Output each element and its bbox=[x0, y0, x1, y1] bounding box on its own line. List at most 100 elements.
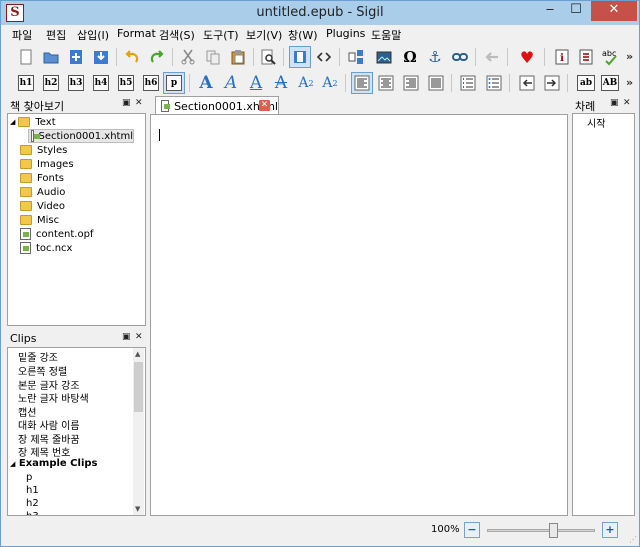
menu-search[interactable]: 검색(S) bbox=[159, 27, 195, 43]
tree-folder-audio[interactable]: Audio bbox=[20, 185, 65, 199]
align-left-icon[interactable] bbox=[351, 72, 373, 94]
heading-4-button[interactable]: h4 bbox=[90, 72, 112, 94]
italic-icon[interactable]: A bbox=[220, 72, 242, 94]
undock-icon[interactable]: ▣ bbox=[122, 98, 131, 108]
menu-insert[interactable]: 삽입(I) bbox=[77, 27, 109, 43]
scroll-down-icon[interactable]: ▼ bbox=[135, 505, 140, 513]
new-file-icon[interactable] bbox=[15, 46, 37, 68]
subscript-icon[interactable]: A2 bbox=[295, 72, 317, 94]
increase-indent-icon[interactable] bbox=[541, 72, 563, 94]
heading-6-button[interactable]: h6 bbox=[140, 72, 162, 94]
tree-folder-text[interactable]: ◢ Text bbox=[10, 115, 56, 129]
clip-item[interactable]: 노란 글자 바탕색 bbox=[18, 390, 89, 405]
zoom-slider-thumb[interactable] bbox=[548, 523, 558, 538]
find-replace-icon[interactable] bbox=[257, 46, 279, 68]
toc-item[interactable]: 시작 bbox=[587, 115, 605, 130]
align-center-icon[interactable] bbox=[375, 72, 397, 94]
strikethrough-icon[interactable]: A bbox=[270, 72, 292, 94]
close-panel-icon[interactable]: ✕ bbox=[135, 332, 143, 342]
tree-folder-images[interactable]: Images bbox=[20, 157, 74, 171]
zoom-in-button[interactable]: + bbox=[602, 522, 618, 538]
clips-scrollbar[interactable]: ▲ ▼ bbox=[133, 348, 144, 515]
clip-group-example[interactable]: ◢ Example Clips bbox=[10, 458, 97, 469]
minimize-button[interactable]: ‒ bbox=[537, 1, 563, 21]
align-justify-icon[interactable] bbox=[425, 72, 447, 94]
cut-icon[interactable] bbox=[177, 46, 199, 68]
uppercase-button[interactable]: AB bbox=[599, 72, 621, 94]
clip-item[interactable]: p bbox=[26, 472, 32, 483]
clip-item[interactable]: 대화 사람 이름 bbox=[18, 417, 80, 432]
book-view-icon[interactable] bbox=[289, 46, 311, 68]
insert-image-icon[interactable] bbox=[373, 46, 395, 68]
omega-icon[interactable]: Ω bbox=[399, 46, 421, 68]
undo-icon[interactable] bbox=[121, 46, 143, 68]
close-window-button[interactable]: ✕ bbox=[591, 1, 637, 21]
save-icon[interactable] bbox=[90, 46, 112, 68]
menu-view[interactable]: 보기(V) bbox=[246, 27, 282, 43]
close-panel-icon[interactable]: ✕ bbox=[135, 98, 143, 108]
tree-folder-video[interactable]: Video bbox=[20, 199, 65, 213]
underline-icon[interactable]: A bbox=[245, 72, 267, 94]
clip-item[interactable]: h2 bbox=[26, 498, 39, 509]
info-icon[interactable]: i bbox=[551, 46, 573, 68]
clip-item[interactable]: h1 bbox=[26, 485, 39, 496]
toolbar-overflow-icon[interactable]: » bbox=[626, 50, 633, 63]
tree-folder-styles[interactable]: Styles bbox=[20, 143, 67, 157]
resize-grip-icon[interactable]: ⋰ bbox=[629, 535, 637, 544]
clip-item[interactable]: 장 제목 번호 bbox=[18, 444, 70, 459]
menu-edit[interactable]: 편집 bbox=[46, 27, 66, 43]
anchor-icon[interactable]: ⚓ bbox=[424, 46, 446, 68]
status-bar: 100% − + ⋰ bbox=[1, 518, 639, 546]
heading-3-button[interactable]: h3 bbox=[65, 72, 87, 94]
add-file-icon[interactable] bbox=[65, 46, 87, 68]
menu-help[interactable]: 도움말 bbox=[371, 27, 401, 43]
bullet-list-icon[interactable] bbox=[483, 72, 505, 94]
clip-item[interactable]: 오른쪽 정렬 bbox=[18, 363, 67, 378]
paste-icon[interactable] bbox=[227, 46, 249, 68]
open-folder-icon[interactable] bbox=[40, 46, 62, 68]
spellcheck-icon[interactable]: abc bbox=[599, 46, 621, 68]
tree-file-toc-ncx[interactable]: toc.ncx bbox=[20, 241, 72, 255]
bold-icon[interactable]: A bbox=[195, 72, 217, 94]
paragraph-button[interactable]: p bbox=[163, 72, 185, 94]
menu-format[interactable]: Format bbox=[117, 27, 156, 40]
zoom-slider-track[interactable] bbox=[487, 523, 595, 538]
scrollbar-thumb[interactable] bbox=[134, 362, 143, 412]
tree-file-content-opf[interactable]: content.opf bbox=[20, 227, 93, 241]
heading-5-button[interactable]: h5 bbox=[115, 72, 137, 94]
numbered-list-icon[interactable] bbox=[457, 72, 479, 94]
menu-file[interactable]: 파일 bbox=[12, 27, 32, 43]
back-arrow-icon[interactable] bbox=[481, 46, 503, 68]
close-panel-icon[interactable]: ✕ bbox=[623, 98, 631, 108]
heart-icon[interactable]: ♥ bbox=[516, 46, 538, 68]
tree-file-section0001[interactable]: Section0001.xhtml bbox=[28, 129, 134, 143]
clip-item[interactable]: 밑줄 강조 bbox=[18, 349, 58, 364]
menu-window[interactable]: 창(W) bbox=[288, 27, 318, 43]
undock-icon[interactable]: ▣ bbox=[610, 98, 619, 108]
superscript-icon[interactable]: A2 bbox=[319, 72, 341, 94]
heading-1-button[interactable]: h1 bbox=[15, 72, 37, 94]
tree-folder-fonts[interactable]: Fonts bbox=[20, 171, 64, 185]
lowercase-button[interactable]: ab bbox=[575, 72, 597, 94]
clip-item[interactable]: h3 bbox=[26, 511, 39, 515]
tree-folder-misc[interactable]: Misc bbox=[20, 213, 59, 227]
maximize-button[interactable]: ☐ bbox=[563, 1, 589, 21]
code-view-icon[interactable] bbox=[313, 46, 335, 68]
align-right-icon[interactable] bbox=[400, 72, 422, 94]
menu-tools[interactable]: 도구(T) bbox=[203, 27, 239, 43]
tab-section0001[interactable]: Section0001.xhtml ✕ bbox=[155, 96, 279, 115]
editor-area[interactable] bbox=[150, 114, 568, 516]
zoom-out-button[interactable]: − bbox=[464, 522, 480, 538]
toolbar-overflow-icon[interactable]: » bbox=[626, 76, 633, 89]
list-icon[interactable] bbox=[575, 46, 597, 68]
redo-icon[interactable] bbox=[146, 46, 168, 68]
copy-icon[interactable] bbox=[202, 46, 224, 68]
link-icon[interactable] bbox=[449, 46, 471, 68]
menu-plugins[interactable]: Plugins bbox=[326, 27, 365, 40]
close-tab-icon[interactable]: ✕ bbox=[259, 100, 270, 111]
heading-2-button[interactable]: h2 bbox=[40, 72, 62, 94]
scroll-up-icon[interactable]: ▲ bbox=[135, 350, 140, 358]
split-merge-icon[interactable] bbox=[345, 46, 367, 68]
decrease-indent-icon[interactable] bbox=[516, 72, 538, 94]
undock-icon[interactable]: ▣ bbox=[122, 332, 131, 342]
